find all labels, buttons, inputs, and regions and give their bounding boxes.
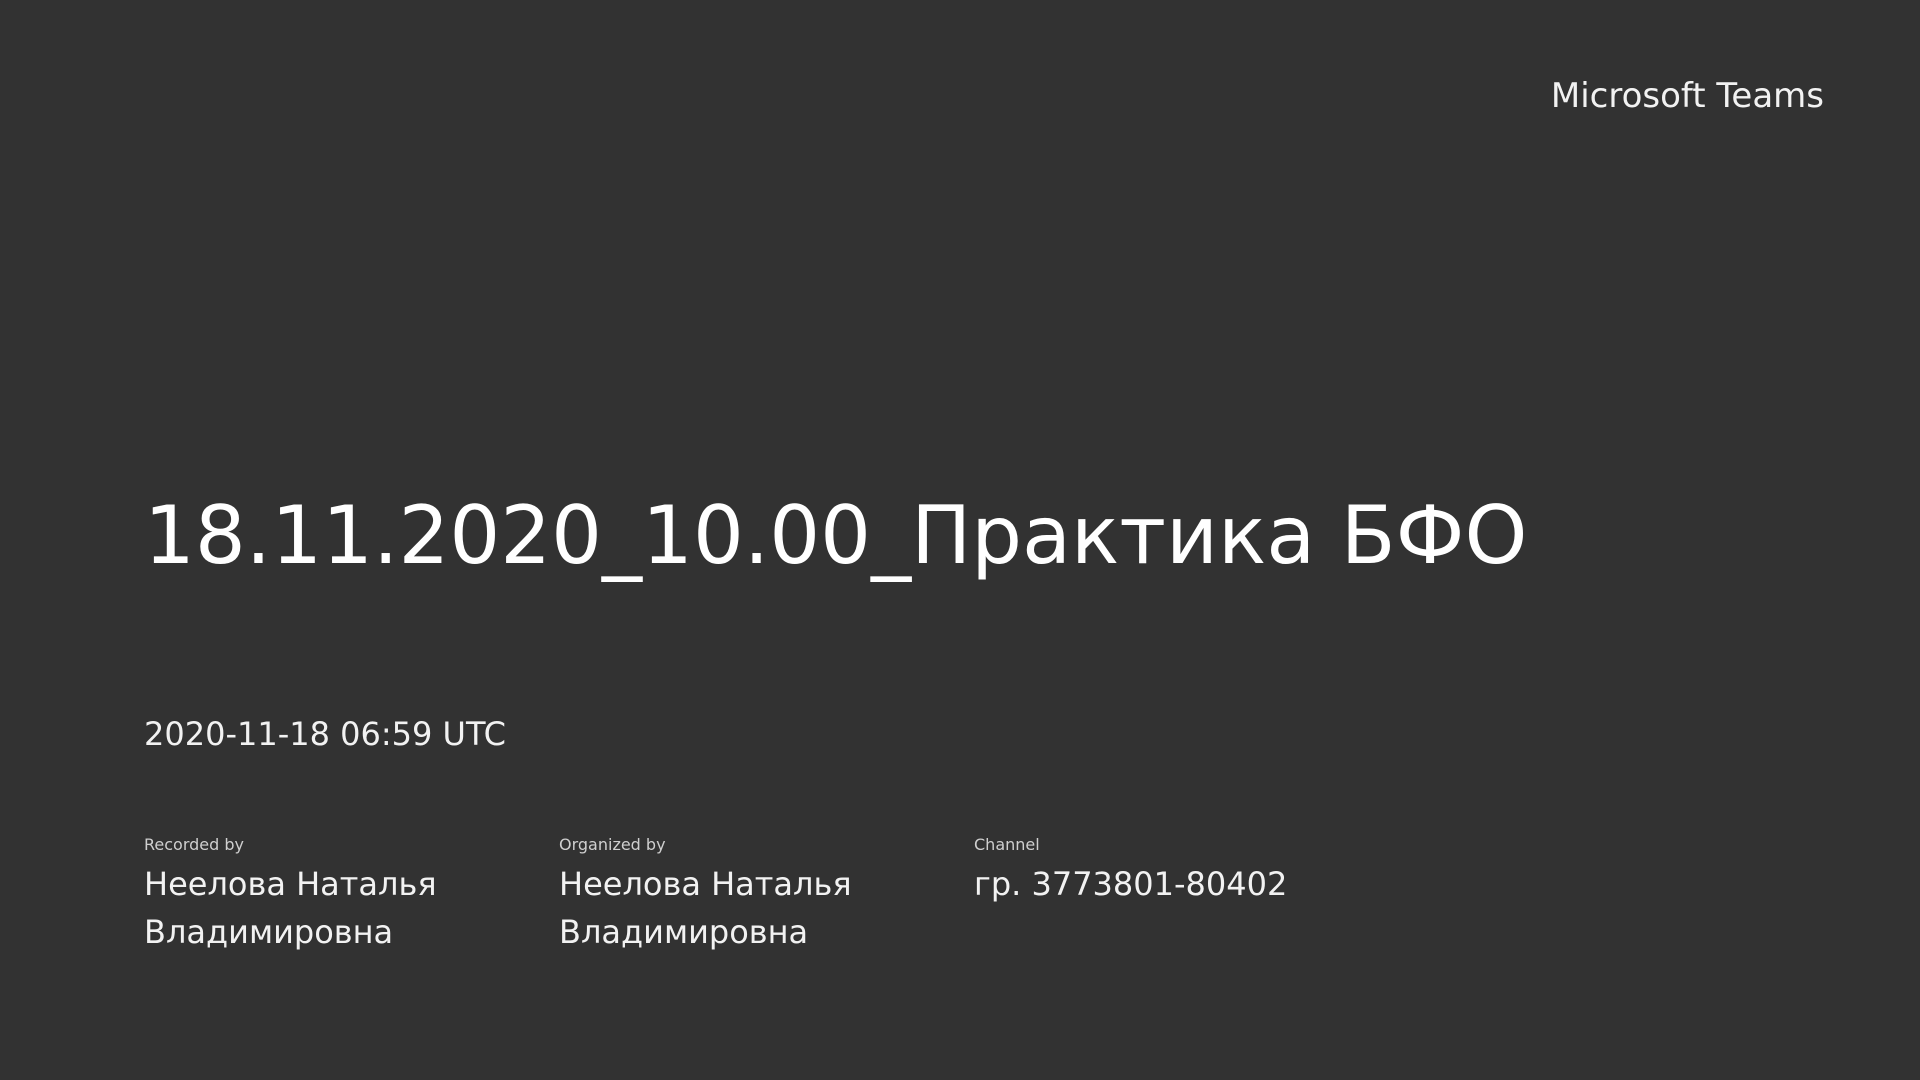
meta-organized-by: Organized by Неелова Наталья Владимировн… [559,834,974,956]
meta-value: Неелова Наталья Владимировна [144,865,437,951]
recording-meta: Recorded by Неелова Наталья Владимировна… [144,834,1389,956]
meta-recorded-by: Recorded by Неелова Наталья Владимировна [144,834,559,956]
meta-channel: Channel гр. 3773801-80402 [974,834,1389,956]
recording-title-card: Microsoft Teams 18.11.2020_10.00_Практик… [0,0,1920,1080]
recording-title: 18.11.2020_10.00_Практика БФО [144,489,1528,582]
meta-label: Organized by [559,835,666,854]
meta-value: Неелова Наталья Владимировна [559,865,852,951]
meta-value: гр. 3773801-80402 [974,865,1288,903]
recording-datetime: 2020-11-18 06:59 UTC [144,715,506,753]
meta-label: Channel [974,835,1040,854]
brand-name: Microsoft Teams [1550,76,1824,116]
meta-label: Recorded by [144,835,244,854]
